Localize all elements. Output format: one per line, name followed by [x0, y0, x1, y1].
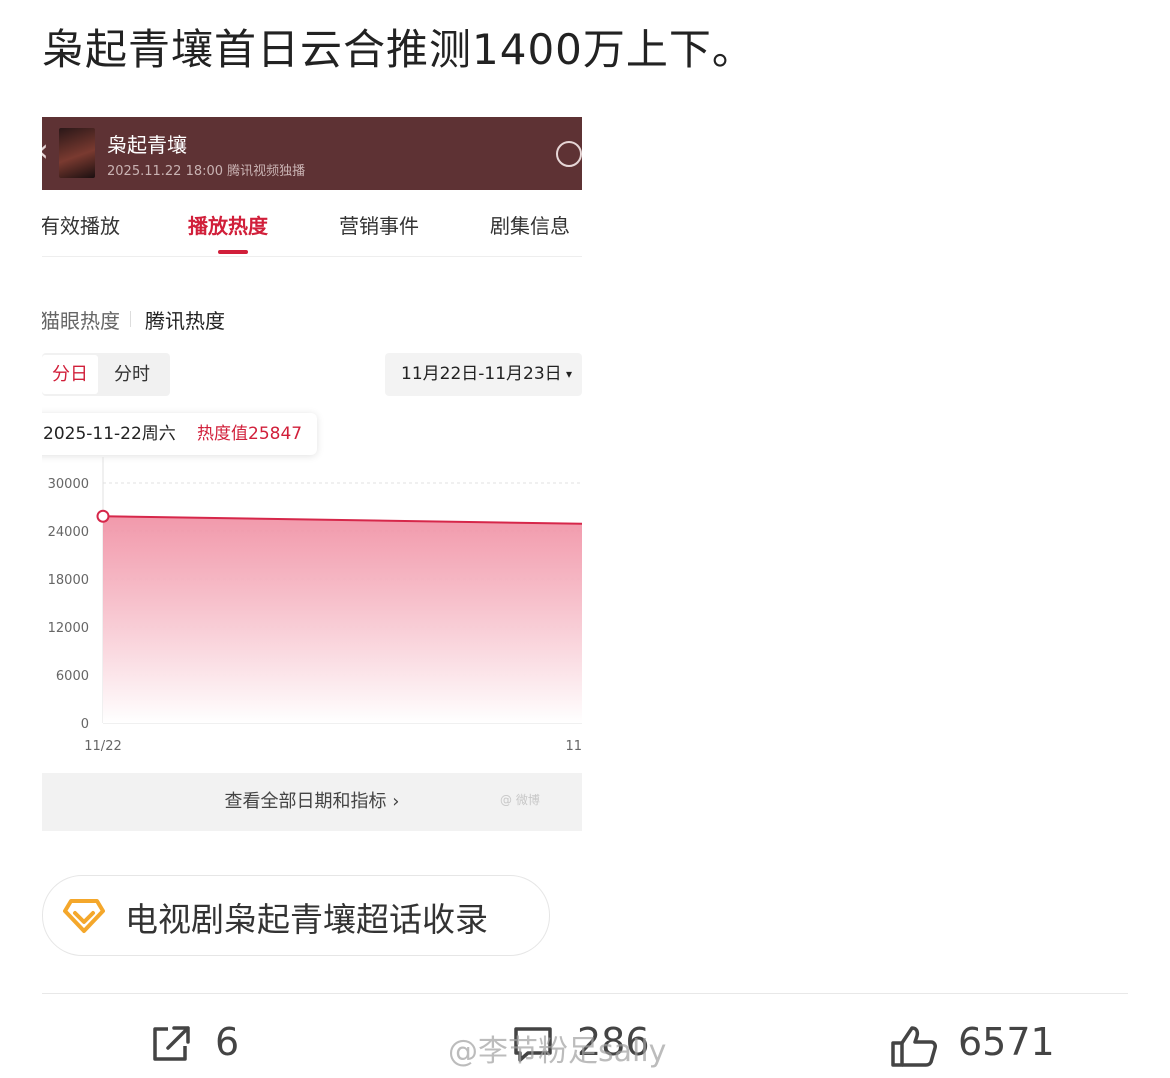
y-tick-label: 18000 — [48, 573, 89, 588]
embedded-screenshot: ‹ 枭起青壤 2025.11.22 18:00 腾讯视频独播 有效播放 播放热度… — [42, 117, 582, 831]
show-header: ‹ 枭起青壤 2025.11.22 18:00 腾讯视频独播 — [42, 117, 582, 190]
share-icon — [153, 1026, 190, 1061]
super-topic-chip[interactable]: 电视剧枭起青壤超话收录 — [42, 875, 550, 956]
show-subtitle: 2025.11.22 18:00 腾讯视频独播 — [107, 164, 306, 179]
date-range-text: 11月22日-11月23日 — [401, 364, 562, 384]
source-tencent[interactable]: 腾讯热度 — [145, 305, 225, 334]
tab-marketing-events[interactable]: 营销事件 — [339, 210, 419, 239]
date-range-picker[interactable]: 11月22日-11月23日 ▾ — [385, 353, 582, 396]
diamond-icon — [63, 899, 105, 933]
y-tick-label: 24000 — [48, 525, 89, 540]
view-all-dates-button[interactable]: 查看全部日期和指标 › @ 微博 — [42, 773, 582, 831]
granularity-toggle: 分日 分时 — [42, 353, 170, 396]
tooltip-value: 热度值25847 — [197, 424, 303, 444]
divider — [42, 993, 1128, 994]
heat-chart: 30000 24000 18000 12000 6000 0 11/22 11 — [48, 457, 582, 754]
source-maoyan[interactable]: 猫眼热度 — [42, 305, 120, 334]
data-point — [96, 509, 110, 523]
thumbs-up-icon — [891, 1026, 937, 1067]
series-area — [103, 516, 582, 723]
caret-down-icon: ▾ — [566, 367, 573, 381]
chevron-left-icon[interactable]: ‹ — [42, 131, 49, 169]
tab-series-info[interactable]: 剧集信息 — [490, 210, 570, 239]
y-tick-label: 6000 — [56, 669, 89, 684]
share-icon[interactable] — [556, 141, 582, 167]
show-title: 枭起青壤 — [107, 133, 187, 157]
tooltip-date: 2025-11-22周六 — [43, 424, 176, 444]
x-tick-label: 11/22 — [84, 739, 121, 754]
corner-watermark: @ 微博 — [500, 793, 540, 807]
show-poster — [59, 128, 95, 178]
like-count: 6571 — [958, 1020, 1055, 1064]
tab-bar: 有效播放 播放热度 营销事件 剧集信息 — [42, 190, 582, 257]
x-tick-label: 11 — [565, 739, 582, 754]
super-topic-label: 电视剧枭起青壤超话收录 — [125, 900, 488, 939]
y-tick-label: 0 — [81, 717, 89, 732]
tab-effective-plays[interactable]: 有效播放 — [42, 210, 120, 239]
share-count: 6 — [215, 1020, 240, 1064]
y-tick-label: 30000 — [48, 477, 89, 492]
chart-tooltip: 2025-11-22周六 热度值25847 — [42, 413, 317, 455]
divider — [130, 311, 131, 327]
segment-day[interactable]: 分日 — [42, 355, 98, 394]
segment-hour[interactable]: 分时 — [114, 353, 150, 396]
active-tab-indicator — [218, 250, 248, 254]
tab-play-heat[interactable]: 播放热度 — [188, 210, 268, 239]
y-tick-label: 12000 — [48, 621, 89, 636]
post-text: 枭起青壤首日云合推测1400万上下。 — [42, 25, 755, 74]
weibo-watermark: @李节粉足sally — [448, 1034, 667, 1069]
